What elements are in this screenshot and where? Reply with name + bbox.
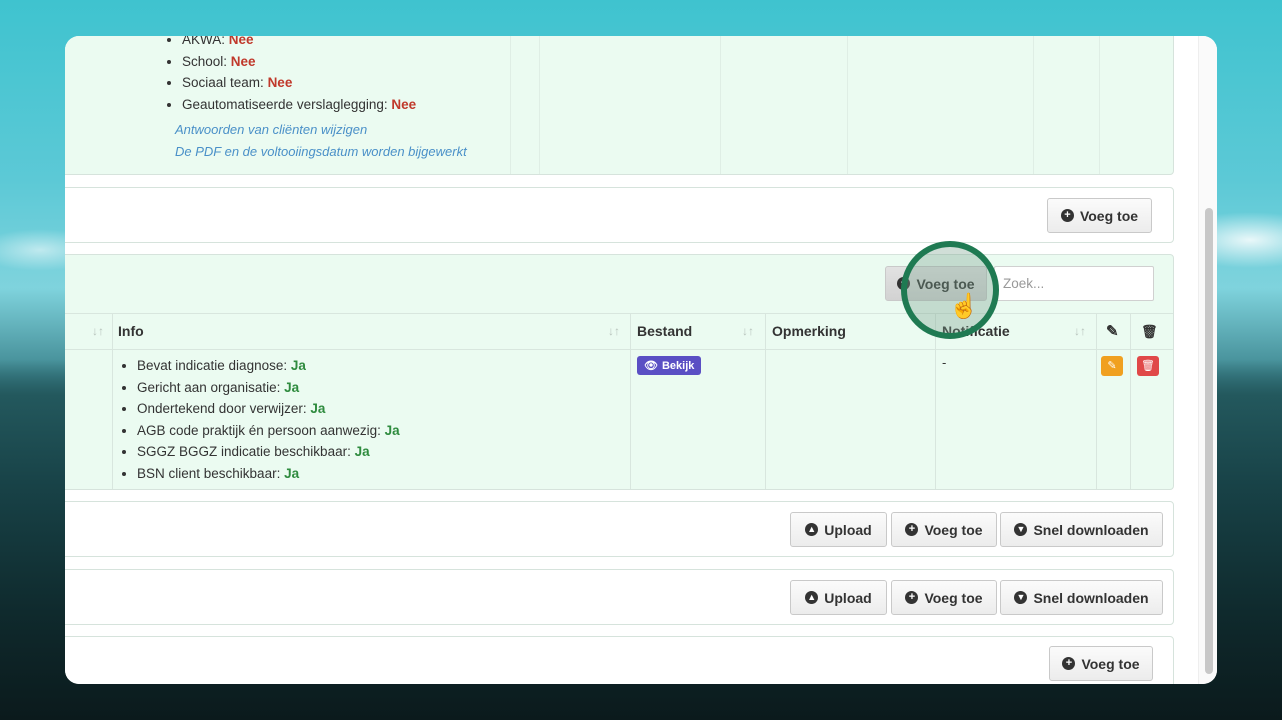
plus-circle-icon: + [1062,657,1076,670]
list-item: School: Nee [182,51,416,73]
list-item: BSN client beschikbaar: Ja [137,463,400,485]
list-item: Bevat indicatie diagnose: Ja [137,355,400,377]
section-panel: ▲ Upload + Voeg toe ▼ Snel downloaden [65,569,1174,625]
quick-download-button[interactable]: ▼ Snel downloaden [1000,580,1163,615]
upload-circle-icon: ▲ [805,523,819,536]
section-panel: ▲ Upload + Voeg toe ▼ Snel downloaden [65,501,1174,557]
download-circle-icon: ▼ [1014,523,1028,536]
column-info[interactable]: Info [118,314,144,349]
hand-cursor-icon: ☝ [949,293,979,320]
sort-icon[interactable]: ↓↑ [92,314,104,349]
list-item: AKWA: Nee [182,36,416,51]
quick-download-button[interactable]: ▼ Snel downloaden [1000,512,1163,547]
edit-row-button[interactable]: ✎ [1101,356,1123,376]
sort-icon[interactable]: ↓↑ [1074,314,1086,349]
scrollbar-thumb[interactable] [1205,208,1213,674]
download-circle-icon: ▼ [1014,591,1028,604]
section-panel: + Voeg toe [65,636,1174,684]
add-button[interactable]: + Voeg toe [1047,198,1152,233]
edit-client-answers-link[interactable]: Antwoorden van cliënten wijzigen [175,119,467,141]
app-window: AKWA: Nee School: Nee Sociaal team: Nee … [65,36,1217,684]
trash-icon: 🗑 [1141,324,1158,339]
sort-icon[interactable]: ↓↑ [742,314,754,349]
documents-panel: + Voeg toe Zoek... ↓↑ Info ↓↑ Bestand ↓↑… [65,254,1174,490]
column-opmerking[interactable]: Opmerking [772,314,846,349]
upload-button[interactable]: ▲ Upload [790,580,887,615]
eye-icon: 👁 [644,360,658,372]
list-item: Ondertekend door verwijzer: Ja [137,398,400,420]
delete-row-button[interactable]: 🗑 [1137,356,1159,376]
add-button[interactable]: + Voeg toe [1049,646,1153,681]
list-item: Gericht aan organisatie: Ja [137,377,400,399]
upload-button[interactable]: ▲ Upload [790,512,887,547]
add-button[interactable]: + Voeg toe [891,580,997,615]
view-file-button[interactable]: 👁 Bekijk [637,356,702,375]
pencil-icon: ✎ [1106,323,1119,340]
upload-circle-icon: ▲ [805,591,819,604]
column-bestand[interactable]: Bestand [637,314,692,349]
click-highlight-ring [901,241,999,339]
pdf-update-note-link[interactable]: De PDF en de voltooiingsdatum worden bij… [175,141,467,163]
table-header: ↓↑ Info ↓↑ Bestand ↓↑ Opmerking Notifica… [65,313,1173,350]
notification-value: - [942,355,947,370]
section-panel: + Voeg toe [65,187,1174,243]
add-button[interactable]: + Voeg toe [891,512,997,547]
scrollbar[interactable] [1198,36,1217,684]
list-item: SGGZ BGGZ indicatie beschikbaar: Ja [137,441,400,463]
plus-circle-icon: + [905,523,919,536]
search-input[interactable]: Zoek... [994,266,1154,301]
answers-list: AKWA: Nee School: Nee Sociaal team: Nee … [154,36,416,115]
list-item: AGB code praktijk én persoon aanwezig: J… [137,420,400,442]
list-item: Geautomatiseerde verslaglegging: Nee [182,94,416,116]
questionnaire-answers-panel: AKWA: Nee School: Nee Sociaal team: Nee … [65,36,1174,175]
sort-icon[interactable]: ↓↑ [608,314,620,349]
list-item: Sociaal team: Nee [182,72,416,94]
document-info-list: Bevat indicatie diagnose: Ja Gericht aan… [117,355,400,485]
plus-circle-icon: + [905,591,919,604]
plus-circle-icon: + [1060,209,1074,222]
